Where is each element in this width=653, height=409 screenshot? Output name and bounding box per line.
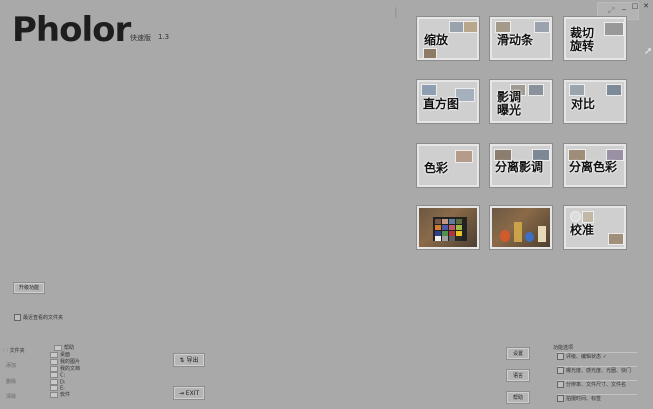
tile-label: 校准 <box>570 223 595 237</box>
option-row[interactable]: 曝光度、感光度、光圈、快门 <box>557 366 637 378</box>
folder-icon <box>50 358 58 365</box>
tile-label: 对比 <box>571 97 596 111</box>
settings-button[interactable]: 设置 <box>507 348 529 359</box>
language-button[interactable]: 语言 <box>507 370 529 381</box>
drive-icon <box>50 391 58 398</box>
tile-photo-toys[interactable] <box>490 206 552 249</box>
delete-button[interactable]: 删除 <box>6 378 22 389</box>
tree-item[interactable]: 桌面 <box>50 351 70 358</box>
option-row[interactable]: 评级、编辑状态 ✓ <box>557 352 637 364</box>
tile-label: 裁切 旋转 <box>570 26 595 53</box>
option-row[interactable]: 分辨率、文件尺寸、文件名 <box>557 380 637 392</box>
tile-label: 缩放 <box>424 33 449 47</box>
tile-label: 影调 曝光 <box>497 90 522 117</box>
recent-files-checkbox[interactable] <box>14 314 21 321</box>
option-row[interactable]: 拍摄时间、标签 <box>557 394 637 406</box>
tree-item[interactable]: 帮助 <box>54 344 74 351</box>
tree-item[interactable]: 软件 <box>50 391 70 398</box>
tile-label: 滑动条 <box>497 33 534 47</box>
drag-handle-icon[interactable]: ⋮ ⋮ <box>393 8 399 22</box>
tree-item[interactable]: C: <box>50 372 65 379</box>
upgrade-button[interactable]: 升级功能 <box>14 283 44 293</box>
tile-split-tone[interactable]: 分离影调 <box>490 144 552 187</box>
option-checkbox[interactable] <box>557 381 564 388</box>
tree-item[interactable]: 我的图片 <box>50 358 80 365</box>
help-button[interactable]: 帮助 <box>507 392 529 403</box>
option-checkbox[interactable] <box>557 353 564 360</box>
folder-tree[interactable]: 帮助 桌面 我的图片 我的文档 C: D: E: 软件 <box>46 344 166 404</box>
export-button[interactable]: ⇅ 导出 <box>174 354 204 366</box>
maximize-icon[interactable]: □ <box>631 2 639 10</box>
expand-icon[interactable]: ⤢ <box>608 6 614 16</box>
clear-button[interactable]: 清除 <box>6 393 22 404</box>
folder-icon: 🗀 <box>3 348 9 354</box>
window-controls: _ □ ✕ <box>620 2 650 10</box>
recent-files-label: 最近查看的文件夹 <box>23 315 64 321</box>
colorchecker-chart <box>433 217 467 241</box>
arrows-icon: ⇅ <box>179 357 185 364</box>
folder-icon <box>50 351 58 358</box>
drive-icon <box>50 372 58 378</box>
minimize-icon[interactable]: _ <box>620 2 628 10</box>
add-button[interactable]: 添加 <box>6 362 22 373</box>
exit-button[interactable]: ⇥ EXIT <box>174 387 204 399</box>
options-panel-title: 功能选项 <box>553 345 574 351</box>
folder-icon <box>50 365 58 372</box>
tile-calibrate[interactable]: 校准 <box>564 206 626 249</box>
tile-label: 直方图 <box>423 97 460 111</box>
edition-label: 快速版 <box>130 34 151 42</box>
files-label-row: 🗀 文件夹 <box>3 347 25 356</box>
close-icon[interactable]: ✕ <box>642 2 650 10</box>
exit-icon: ⇥ <box>178 390 184 397</box>
mouse-cursor-icon: ➚ <box>644 46 653 57</box>
tile-zoom[interactable]: 缩放 <box>417 17 479 60</box>
tile-label: 分离色彩 <box>569 160 618 174</box>
recent-files-row[interactable]: 最近查看的文件夹 <box>14 314 63 321</box>
folder-icon <box>54 344 62 351</box>
tile-label: 色彩 <box>424 161 449 175</box>
tile-color[interactable]: 色彩 <box>417 144 479 187</box>
tree-item[interactable]: 我的文档 <box>50 365 80 372</box>
tile-crop-rotate[interactable]: 裁切 旋转 <box>564 17 626 60</box>
version-label: 1.3 <box>158 33 170 41</box>
app-logo: Pholor <box>12 10 131 50</box>
option-checkbox[interactable] <box>557 395 564 402</box>
option-checkbox[interactable] <box>557 367 564 374</box>
tile-tone-exposure[interactable]: 影调 曝光 <box>490 80 552 123</box>
tile-histogram[interactable]: 直方图 <box>417 80 479 123</box>
tile-split-color[interactable]: 分离色彩 <box>564 144 626 187</box>
tile-contrast[interactable]: 对比 <box>564 80 626 123</box>
tile-photo-colorchecker[interactable] <box>417 206 479 249</box>
tile-slider[interactable]: 滑动条 <box>490 17 552 60</box>
tile-label: 分离影调 <box>495 160 544 174</box>
files-label: 文件夹 <box>9 348 25 354</box>
